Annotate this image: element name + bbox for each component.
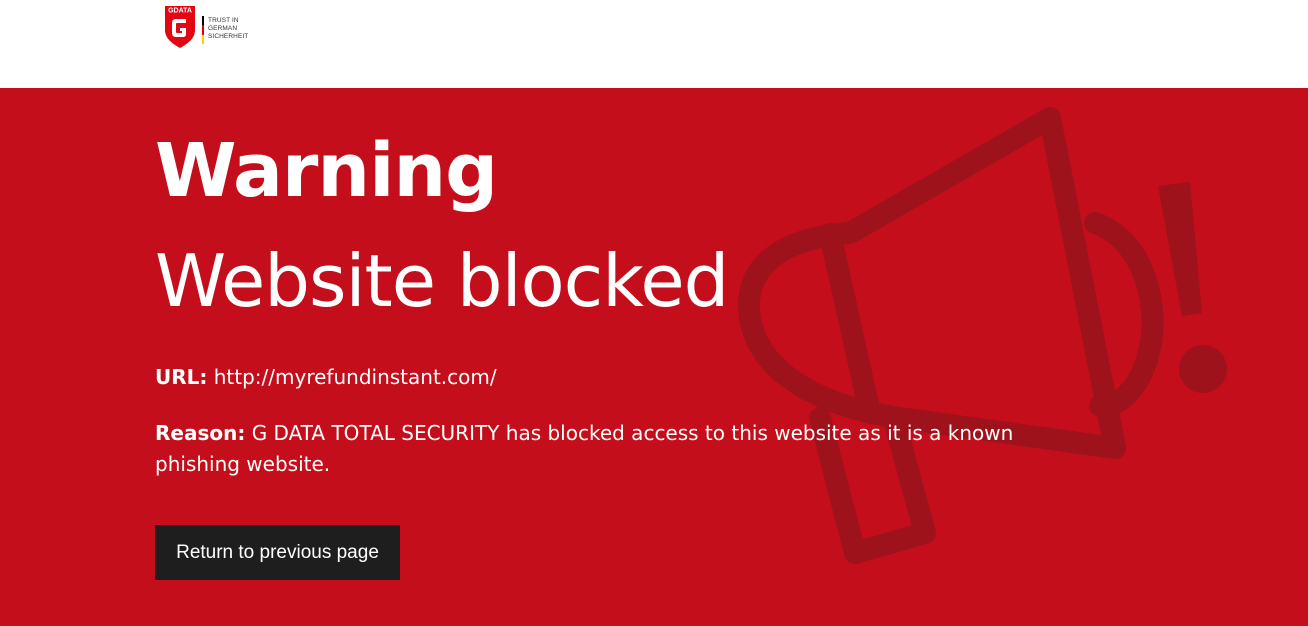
url-value: http://myrefundinstant.com/ xyxy=(213,365,497,389)
logo-tagline: TRUST IN GERMAN SICHERHEIT xyxy=(208,17,249,40)
header: GDATA TRUST IN GERMAN SICHERHEIT xyxy=(0,0,1308,88)
warning-banner: Warning Website blocked URL: http://myre… xyxy=(0,88,1308,626)
megaphone-icon xyxy=(737,107,1227,564)
return-to-previous-page-button[interactable]: Return to previous page xyxy=(155,525,400,580)
gdata-logo: GDATA TRUST IN GERMAN SICHERHEIT xyxy=(164,6,256,50)
blocked-url: URL: http://myrefundinstant.com/ xyxy=(155,362,497,392)
warning-title: Warning xyxy=(155,128,498,214)
german-flag-stripe xyxy=(202,16,204,44)
gdata-shield-logo-icon: GDATA xyxy=(165,6,195,48)
warning-subtitle: Website blocked xyxy=(155,239,729,323)
url-label: URL: xyxy=(155,365,208,389)
block-reason: Reason: G DATA TOTAL SECURITY has blocke… xyxy=(155,418,1035,480)
svg-text:GDATA: GDATA xyxy=(168,8,192,15)
reason-label: Reason: xyxy=(155,421,246,445)
reason-value: G DATA TOTAL SECURITY has blocked access… xyxy=(155,421,1014,476)
